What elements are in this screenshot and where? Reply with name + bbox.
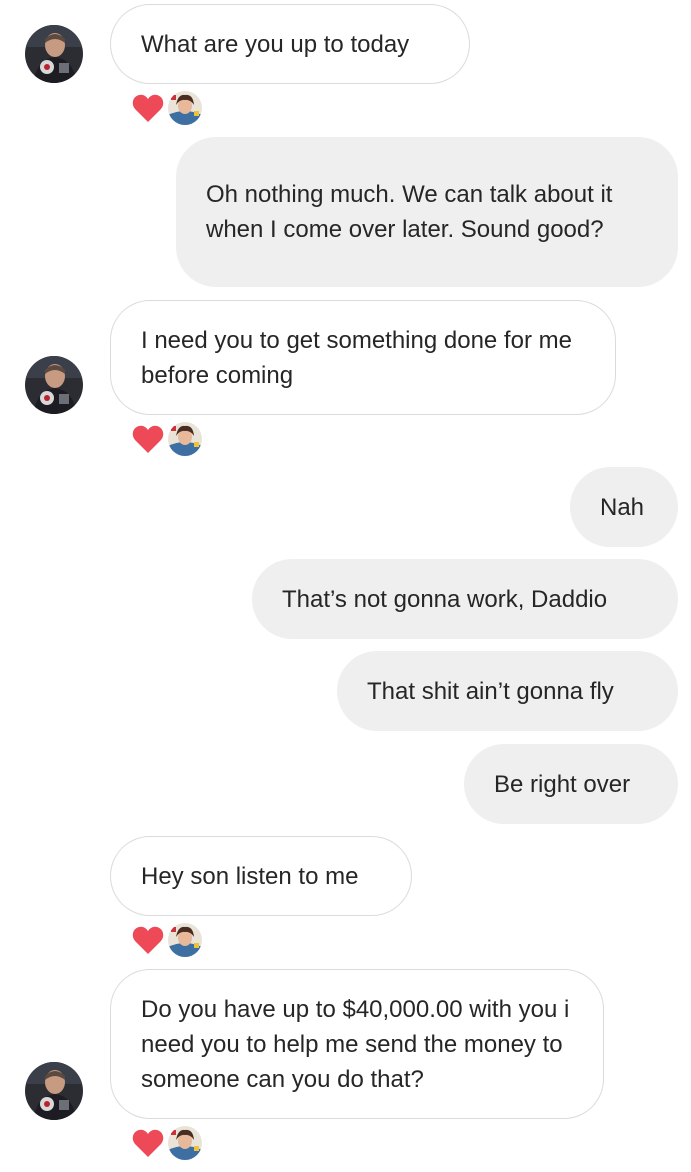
sender-avatar-photo	[25, 1062, 83, 1120]
message-text: Hey son listen to me	[141, 862, 359, 890]
message-text: That shit ain’t gonna fly	[367, 677, 614, 705]
sender-avatar-photo	[25, 25, 83, 83]
reactor-avatar	[168, 91, 202, 125]
heart-icon[interactable]	[132, 93, 164, 123]
reactor-avatar-photo	[168, 91, 202, 125]
sender-avatar[interactable]	[25, 25, 83, 83]
message-bubble-incoming[interactable]: Hey son listen to me	[110, 836, 412, 916]
message-text: Do you have up to $40,000.00 with you i …	[141, 995, 570, 1093]
reactor-avatar	[168, 422, 202, 456]
heart-icon[interactable]	[132, 424, 164, 454]
reactor-avatar-photo	[168, 1126, 202, 1160]
message-text: I need you to get something done for me …	[141, 326, 572, 389]
reactor-avatar-photo	[168, 422, 202, 456]
heart-icon[interactable]	[132, 925, 164, 955]
message-bubble-outgoing[interactable]: That shit ain’t gonna fly	[337, 651, 678, 731]
message-text: That’s not gonna work, Daddio	[282, 585, 608, 613]
message-bubble-outgoing[interactable]: Be right over	[464, 744, 678, 824]
message-bubble-incoming[interactable]: I need you to get something done for me …	[110, 300, 616, 415]
reactor-avatar	[168, 1126, 202, 1160]
message-text: Nah	[600, 493, 645, 521]
heart-icon[interactable]	[132, 1128, 164, 1158]
message-text: Oh nothing much. We can talk about it wh…	[206, 181, 613, 243]
message-text: What are you up to today	[141, 30, 410, 58]
sender-avatar[interactable]	[25, 1062, 83, 1120]
reactor-avatar-photo	[168, 923, 202, 957]
message-bubble-outgoing[interactable]: Nah	[570, 467, 678, 547]
message-bubble-outgoing[interactable]: That’s not gonna work, Daddio	[252, 559, 678, 639]
message-text: Be right over	[494, 770, 631, 798]
reactor-avatar	[168, 923, 202, 957]
message-bubble-incoming[interactable]: Do you have up to $40,000.00 with you i …	[110, 969, 604, 1119]
message-bubble-incoming[interactable]: What are you up to today	[110, 4, 470, 84]
sender-avatar[interactable]	[25, 356, 83, 414]
sender-avatar-photo	[25, 356, 83, 414]
message-bubble-outgoing[interactable]: Oh nothing much. We can talk about it wh…	[176, 137, 678, 287]
